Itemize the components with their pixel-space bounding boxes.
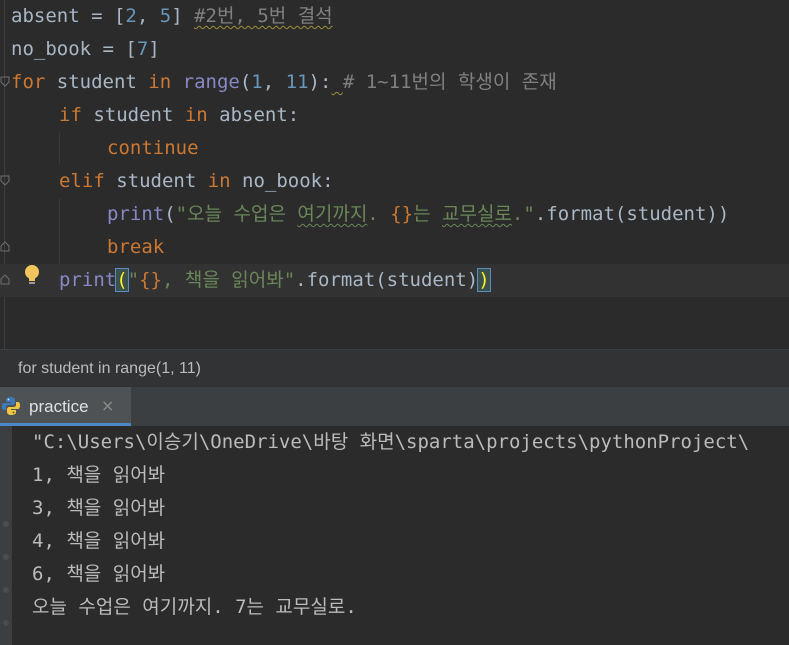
fold-marker-icon[interactable]: [0, 76, 10, 88]
code-token: 는: [413, 203, 442, 225]
code-token: ):: [308, 71, 332, 93]
code-token: .": [511, 203, 535, 225]
toolbar-marker: [3, 554, 9, 560]
code-line-text: if student in absent:: [59, 99, 299, 132]
fold-end-marker-icon[interactable]: [0, 273, 10, 285]
code-line-1[interactable]: absent = [2, 5] #2번, 5번 결석: [0, 0, 789, 33]
code-token: # 1~11번의 학생이 존재: [342, 71, 557, 93]
code-token: = [: [91, 38, 137, 60]
close-icon[interactable]: ×: [101, 387, 114, 425]
code-token: no_book: [11, 38, 92, 60]
code-line-text: absent = [2, 5] #2번, 5번 결석: [11, 0, 333, 33]
code-line-4[interactable]: if student in absent:: [0, 99, 789, 132]
code-token: 교무실로: [442, 203, 512, 225]
code-token: continue: [107, 137, 199, 159]
code-token: 5: [159, 5, 172, 27]
code-line-text: elif student in no_book:: [59, 165, 334, 198]
console-output-line: 6, 책을 읽어봐: [32, 563, 166, 585]
code-line-7[interactable]: print("오늘 수업은 여기까지. {}는 교무실로.".format(st…: [0, 198, 789, 231]
fold-marker-icon[interactable]: [0, 175, 10, 187]
fold-end-marker-icon[interactable]: [0, 240, 10, 252]
code-editor[interactable]: absent = [2, 5] #2번, 5번 결석 no_book = [7]…: [0, 0, 789, 349]
tab-label: practice: [29, 397, 89, 416]
code-token: ]: [148, 38, 160, 60]
code-token: 11: [285, 71, 309, 93]
code-token: elif: [59, 170, 105, 192]
code-token: (: [239, 71, 252, 93]
run-console[interactable]: "C:\Users\이승기\OneDrive\바탕 화면\sparta\proj…: [0, 426, 789, 645]
code-token: , 책을 읽어봐": [162, 269, 296, 291]
code-line-text: break: [107, 231, 164, 264]
run-tab-bar: practice ×: [0, 386, 789, 427]
tab-practice[interactable]: practice ×: [0, 387, 131, 427]
code-token: .format(student)): [534, 203, 730, 225]
code-line-3[interactable]: for student in range(1, 11): # 1~11번의 학생…: [0, 66, 789, 99]
code-token: .: [367, 203, 391, 225]
code-token: ]: [171, 5, 195, 27]
console-output-line: 오늘 수업은 여기까지. 7는 교무실로.: [32, 596, 357, 618]
code-token: 7: [136, 38, 149, 60]
code-token: in: [148, 71, 172, 93]
code-line-text: print("{}, 책을 읽어봐".format(student)): [59, 264, 491, 297]
code-token: absent:: [207, 104, 300, 126]
code-token: student: [45, 71, 149, 93]
code-token: in: [184, 104, 208, 126]
toolbar-marker: [3, 521, 9, 527]
code-line-6[interactable]: elif student in no_book:: [0, 165, 789, 198]
breadcrumb[interactable]: for student in range(1, 11): [0, 349, 789, 386]
code-line-8[interactable]: break: [0, 231, 789, 264]
console-output-line: "C:\Users\이승기\OneDrive\바탕 화면\sparta\proj…: [32, 431, 750, 453]
code-line-9-current[interactable]: print("{}, 책을 읽어봐".format(student)): [0, 264, 789, 297]
code-token: in: [207, 170, 231, 192]
breadcrumb-text[interactable]: for student in range(1, 11): [18, 360, 201, 377]
lightbulb-icon[interactable]: [22, 263, 42, 287]
code-token: range: [182, 71, 240, 93]
code-token: ): [477, 268, 491, 292]
code-token: for: [11, 71, 46, 93]
console-output-line: 4, 책을 읽어봐: [32, 530, 166, 552]
code-token: (: [115, 268, 129, 292]
code-token: print: [59, 269, 117, 291]
code-token: 2: [125, 5, 137, 27]
code-token: {}: [139, 269, 162, 291]
code-token: #2번, 5번 결석: [194, 5, 333, 27]
code-token: student: [81, 104, 185, 126]
code-token: if: [59, 104, 82, 126]
code-token: no_book:: [230, 170, 334, 192]
code-token: break: [107, 236, 165, 258]
code-token: student: [104, 170, 208, 192]
code-token: = [: [79, 5, 126, 27]
code-token: ,: [262, 71, 286, 93]
code-line-text: continue: [107, 132, 199, 165]
toolbar-marker: [3, 587, 9, 593]
code-line-text: for student in range(1, 11): # 1~11번의 학생…: [11, 66, 557, 99]
console-toolbar-strip: [0, 426, 12, 645]
code-token: 1: [251, 71, 263, 93]
code-token: ": [127, 269, 140, 291]
console-output-line: 1, 책을 읽어봐: [32, 464, 166, 486]
code-token: "오늘 수업은: [175, 203, 298, 225]
code-line-5[interactable]: continue: [0, 132, 789, 165]
code-line-text: print("오늘 수업은 여기까지. {}는 교무실로.".format(st…: [107, 198, 729, 231]
python-icon: [1, 396, 21, 416]
code-line-2[interactable]: no_book = [7]: [0, 33, 789, 66]
code-token: (: [164, 203, 176, 225]
toolbar-marker: [3, 620, 9, 626]
console-output-line: 3, 책을 읽어봐: [32, 497, 166, 519]
code-token: {}: [390, 203, 414, 225]
code-token: 여기까지: [297, 203, 368, 225]
code-token: print: [107, 203, 165, 225]
code-line-text: no_book = [7]: [11, 33, 160, 66]
code-token: ,: [136, 5, 160, 27]
code-token: .format(student): [295, 269, 479, 291]
code-token: absent: [11, 5, 80, 27]
